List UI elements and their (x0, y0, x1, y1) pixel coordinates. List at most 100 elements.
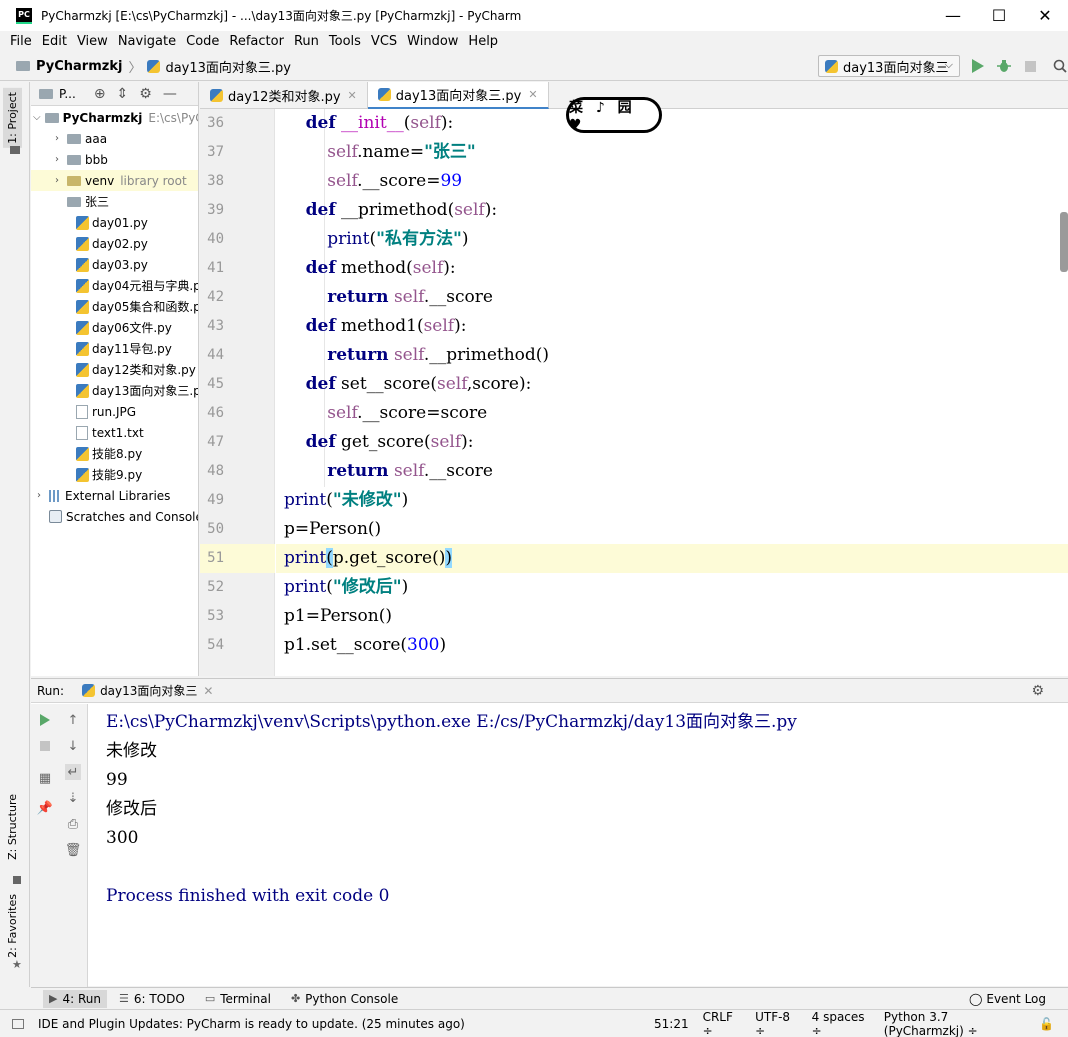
tree-item-file[interactable]: run.JPG (31, 401, 198, 422)
tree-item-label: day02.py (92, 236, 148, 251)
tree-item-zhangsan[interactable]: 张三 (31, 191, 198, 212)
minimize-button[interactable]: — (930, 0, 976, 31)
file-encoding[interactable]: UTF-8 ÷ (755, 1010, 798, 1037)
tree-item-file[interactable]: day04元祖与字典.py (31, 275, 198, 296)
python-file-icon (76, 257, 89, 272)
chevron-right-icon[interactable]: › (33, 490, 45, 501)
console-output[interactable]: E:\cs\PyCharmzkj\venv\Scripts\python.exe… (89, 704, 1068, 986)
up-arrow-icon[interactable]: ↑ (65, 712, 81, 728)
toggle-tool-windows-icon[interactable] (12, 1018, 24, 1029)
python-file-icon (76, 467, 89, 482)
project-view-select[interactable]: P... (59, 87, 76, 101)
tab-project[interactable]: 1: Project (3, 88, 22, 148)
run-tab[interactable]: day13面向对象三 ✕ (82, 682, 213, 699)
code-line: return self.__primethod() (327, 345, 550, 365)
line-number: 52 (207, 579, 224, 595)
collapse-all-icon[interactable]: ⇕ (117, 86, 129, 102)
menu-vcs[interactable]: VCS (371, 34, 397, 49)
rerun-icon[interactable] (37, 712, 53, 728)
menu-navigate[interactable]: Navigate (118, 34, 176, 49)
menu-tools[interactable]: Tools (329, 34, 361, 49)
tab-todo[interactable]: ☰ 6: TODO (119, 992, 185, 1006)
tab-terminal[interactable]: ▭ Terminal (205, 992, 271, 1006)
gear-icon[interactable]: ⚙ (139, 86, 152, 102)
layout-icon[interactable]: ▦ (37, 770, 53, 786)
python-interpreter[interactable]: Python 3.7 (PyCharmzkj) ÷ (884, 1010, 1025, 1037)
maximize-button[interactable]: ☐ (976, 0, 1022, 31)
down-arrow-icon[interactable]: ↓ (65, 738, 81, 754)
pin-icon[interactable]: 📌 (37, 800, 53, 816)
menu-window[interactable]: Window (407, 34, 458, 49)
tree-item-label: run.JPG (92, 404, 137, 419)
bug-icon[interactable] (996, 58, 1012, 74)
tree-item-root[interactable]: ⌵ PyCharmzkj E:\cs\PyC (31, 107, 198, 128)
tree-item-file[interactable]: day03.py (31, 254, 198, 275)
chevron-right-icon[interactable]: › (51, 154, 63, 165)
tab-python-console[interactable]: ✤ Python Console (291, 992, 398, 1006)
gear-icon[interactable]: ⚙ (1031, 683, 1044, 699)
tree-item-external-libraries[interactable]: › External Libraries (31, 485, 198, 506)
tree-item-file[interactable]: day11导包.py (31, 338, 198, 359)
hide-icon[interactable]: — (163, 86, 177, 102)
menu-file[interactable]: File (10, 34, 32, 49)
indent-setting[interactable]: 4 spaces ÷ (812, 1010, 870, 1037)
close-icon[interactable]: ✕ (203, 684, 213, 698)
menu-run[interactable]: Run (294, 34, 319, 49)
tree-item-file[interactable]: text1.txt (31, 422, 198, 443)
trash-icon[interactable]: 🗑 (65, 842, 82, 858)
line-number: 37 (207, 144, 224, 160)
tab-favorites[interactable]: 2: Favorites (6, 894, 19, 958)
tree-item-scratches[interactable]: Scratches and Consoles (31, 506, 198, 527)
lock-icon[interactable]: 🔓 (1039, 1017, 1054, 1031)
tree-item-file[interactable]: day12类和对象.py (31, 359, 198, 380)
menu-refactor[interactable]: Refactor (229, 34, 284, 49)
tree-item-file[interactable]: 技能8.py (31, 443, 198, 464)
tab-day12[interactable]: day12类和对象.py ✕ (200, 82, 368, 109)
tree-item-file[interactable]: day02.py (31, 233, 198, 254)
tree-item-file[interactable]: day05集合和函数.py (31, 296, 198, 317)
scroll-to-end-icon[interactable]: ⇣ (65, 790, 81, 806)
caret-position[interactable]: 51:21 (654, 1017, 689, 1031)
tree-item-label: day05集合和函数.py (92, 300, 199, 314)
tab-todo-label: 6: TODO (133, 991, 185, 1006)
todo-icon: ☰ (118, 992, 129, 1005)
chevron-right-icon[interactable]: › (51, 133, 63, 144)
menu-edit[interactable]: Edit (42, 34, 67, 49)
event-log-button[interactable]: ◯ Event Log (969, 992, 1046, 1006)
status-message[interactable]: IDE and Plugin Updates: PyCharm is ready… (38, 1017, 465, 1031)
menu-code[interactable]: Code (186, 34, 219, 49)
tab-run[interactable]: ▶ 4: Run (43, 989, 107, 1008)
tab-structure[interactable]: Z: Structure (6, 794, 19, 860)
print-icon[interactable]: ⎙ (65, 816, 81, 832)
menu-view[interactable]: View (77, 34, 108, 49)
close-icon[interactable]: ✕ (528, 88, 537, 101)
code-line: print("修改后") (284, 577, 409, 597)
search-icon[interactable] (1052, 58, 1068, 74)
menu-help[interactable]: Help (468, 34, 498, 49)
tree-item-aaa[interactable]: › aaa (31, 128, 198, 149)
tree-item-file[interactable]: day01.py (31, 212, 198, 233)
soft-wrap-icon[interactable]: ↵ (65, 764, 81, 780)
run-configuration-select[interactable]: day13面向对象三 ⌵ (818, 55, 960, 77)
breadcrumb-project[interactable]: PyCharmzkj (36, 59, 122, 74)
play-icon[interactable] (970, 58, 986, 74)
tree-item-label: bbb (85, 152, 108, 167)
close-button[interactable]: ✕ (1022, 0, 1068, 31)
code-area[interactable]: def __init__(self): self.name="张三" self.… (276, 109, 1068, 676)
close-icon[interactable]: ✕ (348, 89, 357, 102)
chevron-right-icon[interactable]: › (51, 175, 63, 186)
tree-item-file[interactable]: 技能9.py (31, 464, 198, 485)
tree-item-file[interactable]: day13面向对象三.py (31, 380, 198, 401)
scrollbar-thumb[interactable] (1060, 212, 1068, 272)
locate-icon[interactable]: ⊕ (94, 86, 106, 102)
tree-item-venv[interactable]: › venv library root (31, 170, 198, 191)
line-separator[interactable]: CRLF ÷ (703, 1010, 741, 1037)
tree-item-bbb[interactable]: › bbb (31, 149, 198, 170)
stop-icon[interactable] (1022, 58, 1038, 74)
tree-item-file[interactable]: day06文件.py (31, 317, 198, 338)
tab-day13[interactable]: day13面向对象三.py ✕ (367, 82, 549, 109)
code-line: def __init__(self): (305, 113, 454, 133)
stop-icon[interactable] (37, 738, 53, 754)
chevron-down-icon[interactable]: ⌵ (33, 112, 41, 123)
breadcrumb-file[interactable]: day13面向对象三.py (165, 57, 291, 76)
